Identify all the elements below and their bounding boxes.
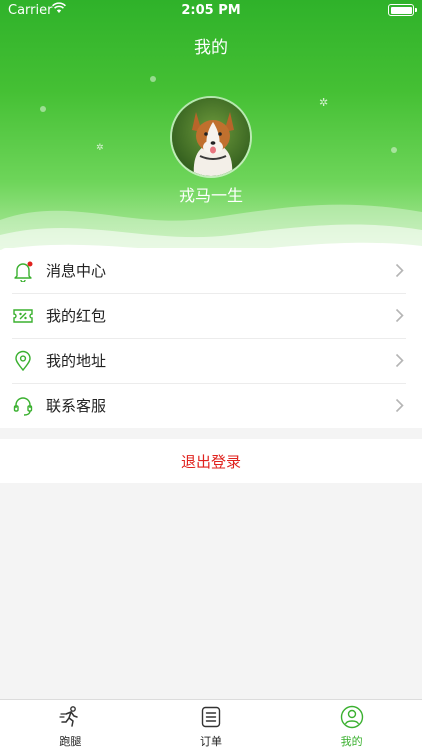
location-pin-icon xyxy=(12,350,34,372)
menu-item-label: 我的地址 xyxy=(46,352,107,370)
logout-button[interactable]: 退出登录 xyxy=(0,439,422,483)
menu-item-label: 消息中心 xyxy=(46,262,107,280)
menu-item-messages[interactable]: 消息中心 xyxy=(0,248,422,293)
status-bar: Carrier 2:05 PM xyxy=(0,0,422,22)
order-list-icon xyxy=(201,706,221,728)
tab-label: 订单 xyxy=(200,735,222,748)
menu-item-red-packets[interactable]: 我的红包 xyxy=(0,293,422,338)
tab-label: 跑腿 xyxy=(59,735,82,748)
menu-item-label: 联系客服 xyxy=(46,397,107,415)
profile-icon xyxy=(340,705,363,729)
tab-label: 我的 xyxy=(340,735,363,748)
menu-item-customer-service[interactable]: 联系客服 xyxy=(0,383,422,428)
clock: 2:05 PM xyxy=(181,3,241,18)
avatar[interactable] xyxy=(170,96,252,178)
profile-menu: 消息中心 我的红包 我的地址 联系客服 xyxy=(0,248,422,428)
runner-icon xyxy=(59,706,79,727)
decor-dot xyxy=(391,147,397,153)
chevron-right-icon xyxy=(395,398,404,413)
decor-dot xyxy=(150,76,156,82)
decor-dot xyxy=(40,106,46,112)
chevron-right-icon xyxy=(395,263,404,278)
page-title: 我的 xyxy=(194,38,228,58)
sparkle-icon: ✲ xyxy=(319,96,329,109)
bell-icon xyxy=(12,260,34,282)
tab-errand[interactable]: 跑腿 xyxy=(0,700,141,750)
coupon-icon xyxy=(12,305,34,327)
chevron-right-icon xyxy=(395,308,404,323)
chevron-right-icon xyxy=(395,353,404,368)
tab-orders[interactable]: 订单 xyxy=(141,700,282,750)
menu-item-label: 我的红包 xyxy=(46,307,107,325)
tab-bar: 跑腿 订单 我的 xyxy=(0,699,422,750)
headset-icon xyxy=(12,395,34,417)
battery-icon xyxy=(388,4,417,16)
menu-item-addresses[interactable]: 我的地址 xyxy=(0,338,422,383)
tab-mine[interactable]: 我的 xyxy=(281,700,422,750)
username: 戎马一生 xyxy=(178,186,243,205)
sparkle-icon: ✲ xyxy=(96,143,104,153)
